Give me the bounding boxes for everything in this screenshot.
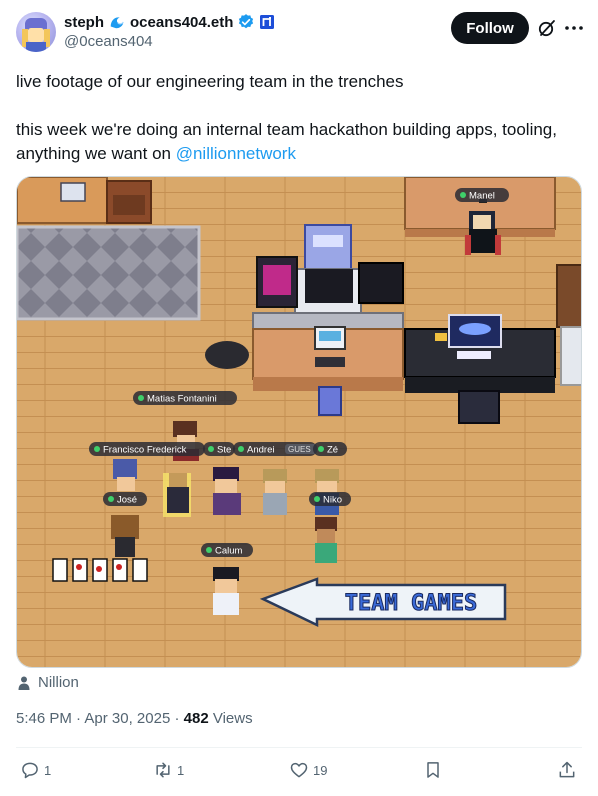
tweet-image[interactable]: TEAM GAMES Manel Matias Fontanini Franci… xyxy=(16,176,582,668)
grok-icon[interactable] xyxy=(537,18,557,38)
label-niko: Niko xyxy=(309,492,351,506)
author-name-suffix[interactable]: oceans404.eth xyxy=(130,14,233,31)
label-ste: Ste xyxy=(203,442,235,456)
repost-button[interactable]: 1 xyxy=(153,760,184,780)
bookmark-button[interactable] xyxy=(423,760,443,780)
label-matias: Matias Fontanini xyxy=(133,391,237,405)
views-label: Views xyxy=(208,710,253,727)
meta-separator-1: · xyxy=(71,710,85,727)
share-icon xyxy=(559,761,575,778)
action-bar: 1 1 19 xyxy=(16,760,582,784)
label-manel-text: Manel xyxy=(469,191,495,202)
label-niko-text: Niko xyxy=(323,495,342,506)
label-matias-text: Matias Fontanini xyxy=(147,394,217,405)
playing-cards xyxy=(52,558,148,582)
label-francisco-text: Francisco Frederick xyxy=(103,445,187,456)
author-handle[interactable]: @0ceans404 xyxy=(64,33,153,50)
tweet-date[interactable]: Apr 30, 2025 xyxy=(84,710,170,727)
wave-icon xyxy=(110,17,124,29)
author-display-name[interactable]: steph xyxy=(64,14,104,31)
label-andrei-text: Andrei xyxy=(247,445,274,456)
tweet-line-1: live footage of our engineering team in … xyxy=(16,72,404,91)
views-count: 482 xyxy=(183,710,209,727)
label-calum: Calum xyxy=(201,543,253,557)
tweet-text: live footage of our engineering team in … xyxy=(16,70,582,166)
label-jose: José xyxy=(103,492,147,506)
label-andrei: Andrei GUES xyxy=(233,442,317,456)
tweet-meta: 5:46 PM · Apr 30, 2025 · 482 Views xyxy=(16,710,253,727)
mention-link[interactable]: @nillionnetwork xyxy=(176,144,296,163)
author-avatar[interactable] xyxy=(16,12,56,52)
tweet-line-2: this week we're doing an internal team h… xyxy=(16,118,582,166)
label-jose-text: José xyxy=(117,495,137,506)
label-calum-text: Calum xyxy=(215,546,243,557)
verified-icon xyxy=(239,14,254,29)
share-button[interactable] xyxy=(557,760,577,780)
divider xyxy=(16,747,582,748)
reply-count: 1 xyxy=(44,762,52,778)
media-source[interactable]: Nillion xyxy=(16,674,79,691)
sign-text: TEAM GAMES xyxy=(345,591,477,616)
label-manel: Manel xyxy=(455,188,509,202)
tweet-time[interactable]: 5:46 PM xyxy=(16,710,72,727)
author-name-row[interactable]: steph oceans404.eth xyxy=(64,13,275,31)
reply-icon xyxy=(22,762,38,779)
follow-button[interactable]: Follow xyxy=(451,12,529,44)
reply-button[interactable]: 1 xyxy=(20,760,51,780)
person-icon xyxy=(18,676,30,690)
more-icon[interactable] xyxy=(564,18,584,38)
media-source-label[interactable]: Nillion xyxy=(38,674,79,691)
heart-icon xyxy=(290,762,308,778)
label-ze: Zé xyxy=(313,442,347,456)
pixel-office-scene: TEAM GAMES Manel Matias Fontanini Franci… xyxy=(17,177,581,667)
like-count: 19 xyxy=(313,762,328,778)
repost-icon xyxy=(156,762,170,778)
meta-separator-2: · xyxy=(170,710,184,727)
like-button[interactable]: 19 xyxy=(289,760,327,780)
bookmark-icon xyxy=(427,762,439,778)
repost-count: 1 xyxy=(177,762,185,778)
label-guest-tag: GUES xyxy=(288,445,311,454)
label-ze-text: Zé xyxy=(327,445,338,456)
label-ste-text: Ste xyxy=(217,445,231,456)
affiliate-badge-icon[interactable] xyxy=(259,14,275,30)
label-francisco: Francisco Frederick xyxy=(89,442,205,456)
